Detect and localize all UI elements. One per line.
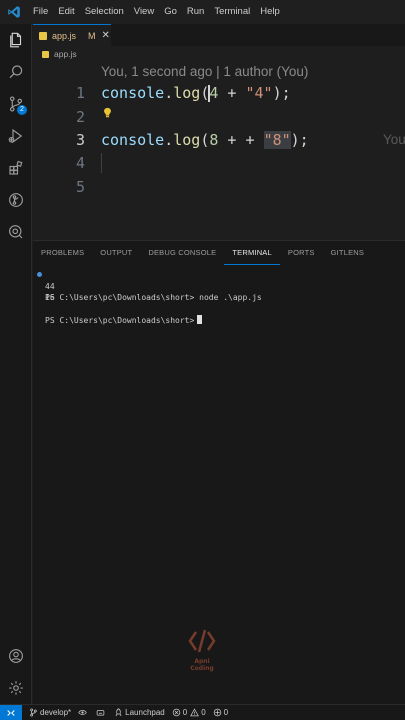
tab-gitlens[interactable]: GITLENS: [323, 241, 373, 265]
code-line-3: 3 console.log(8 + + "8"); You: [33, 128, 405, 152]
inline-blame-ghost: You: [383, 132, 405, 147]
problems-status[interactable]: 0 0: [172, 708, 206, 717]
menu-terminal[interactable]: Terminal: [209, 0, 255, 24]
settings-gear-icon[interactable]: [0, 672, 32, 704]
editor-tab-bar: app.js M ✕: [33, 24, 405, 46]
source-control-icon[interactable]: 2: [0, 88, 32, 120]
status-bar: develop* Launchpad 0 0 0: [0, 704, 405, 720]
account-icon[interactable]: [0, 640, 32, 672]
tab-terminal[interactable]: TERMINAL: [224, 241, 280, 265]
panel-tab-bar: PROBLEMS OUTPUT DEBUG CONSOLE TERMINAL P…: [33, 241, 405, 265]
tab-app-js[interactable]: app.js M ✕: [33, 24, 111, 46]
menu-selection[interactable]: Selection: [80, 0, 129, 24]
search-icon[interactable]: [0, 56, 32, 88]
terminal-command-line: PS C:\Users\pc\Downloads\short> node .\a…: [33, 269, 405, 302]
javascript-file-icon: [39, 31, 47, 40]
code-text: console.log(4 + "4");: [101, 84, 291, 102]
error-icon: [172, 708, 180, 717]
gitlens-icon[interactable]: [0, 184, 32, 216]
command-status-dot-icon: [37, 272, 42, 277]
menu-edit[interactable]: Edit: [53, 0, 79, 24]
explorer-icon[interactable]: [0, 24, 32, 56]
remote-explorer-icon[interactable]: [0, 216, 32, 248]
ports-icon: [213, 708, 221, 717]
tab-label: app.js: [52, 30, 77, 41]
menu-file[interactable]: File: [28, 0, 53, 24]
terminal-output-line: 44: [45, 281, 55, 291]
tab-problems[interactable]: PROBLEMS: [33, 241, 92, 265]
menu-run[interactable]: Run: [182, 0, 209, 24]
javascript-file-icon: [42, 50, 49, 58]
watermark-logo-icon: [188, 629, 216, 653]
remote-indicator-icon[interactable]: [0, 704, 22, 720]
publish-status[interactable]: [96, 708, 107, 717]
ports-status[interactable]: 0: [213, 708, 228, 717]
code-line-5: 5: [33, 175, 405, 199]
line-number: 2: [75, 108, 85, 126]
sync-eye-icon: [78, 710, 87, 715]
breadcrumb: app.js: [42, 47, 77, 61]
branch-status[interactable]: develop*: [29, 708, 71, 717]
menu-help[interactable]: Help: [255, 0, 285, 24]
activity-bar: 2: [0, 24, 32, 704]
extensions-icon[interactable]: [0, 152, 32, 184]
terminal-cursor: [197, 315, 203, 324]
terminal-prompt-line: PS C:\Users\pc\Downloads\short>: [33, 304, 405, 325]
cloud-icon: [96, 710, 105, 716]
watermark-line-1: Apni: [194, 658, 210, 665]
lightbulb-icon[interactable]: [103, 104, 112, 118]
line-number: 3: [75, 131, 85, 149]
launchpad-status[interactable]: Launchpad: [114, 708, 165, 717]
tab-debug-console[interactable]: DEBUG CONSOLE: [140, 241, 224, 265]
sync-status[interactable]: [78, 708, 89, 717]
terminal-output-line: 16: [45, 293, 55, 302]
code-editor[interactable]: You, 1 second ago | 1 author (You) 1 con…: [33, 62, 405, 240]
warning-icon: [190, 708, 200, 717]
breadcrumb-file[interactable]: app.js: [54, 49, 77, 59]
code-text: console.log(8 + + "8");: [101, 131, 309, 149]
selected-string: "8": [263, 131, 291, 149]
menu-view[interactable]: View: [129, 0, 159, 24]
apni-coding-watermark: Apni Coding: [180, 628, 224, 678]
tab-output[interactable]: OUTPUT: [92, 241, 140, 265]
menu-go[interactable]: Go: [159, 0, 182, 24]
code-line-4: 4: [33, 151, 405, 175]
line-number: 5: [75, 178, 85, 196]
terminal[interactable]: PS C:\Users\pc\Downloads\short> node .\a…: [33, 269, 405, 325]
code-line-2: 2: [33, 105, 405, 129]
modified-indicator: M: [88, 30, 96, 41]
rocket-icon: [115, 708, 122, 717]
menu-bar: File Edit Selection View Go Run Terminal…: [0, 0, 405, 24]
indent-guide: [101, 153, 102, 173]
line-number: 1: [75, 84, 85, 102]
watermark-line-2: Coding: [190, 665, 214, 672]
git-blame-codelens[interactable]: You, 1 second ago | 1 author (You): [101, 64, 308, 79]
close-icon[interactable]: ✕: [102, 30, 110, 41]
git-branch-icon: [30, 708, 37, 717]
line-number: 4: [75, 154, 85, 172]
source-control-badge: 2: [17, 105, 27, 115]
run-debug-icon[interactable]: [0, 120, 32, 152]
code-line-1: 1 console.log(4 + "4");: [33, 81, 405, 105]
vscode-logo-icon: [0, 5, 28, 19]
tab-ports[interactable]: PORTS: [280, 241, 323, 265]
